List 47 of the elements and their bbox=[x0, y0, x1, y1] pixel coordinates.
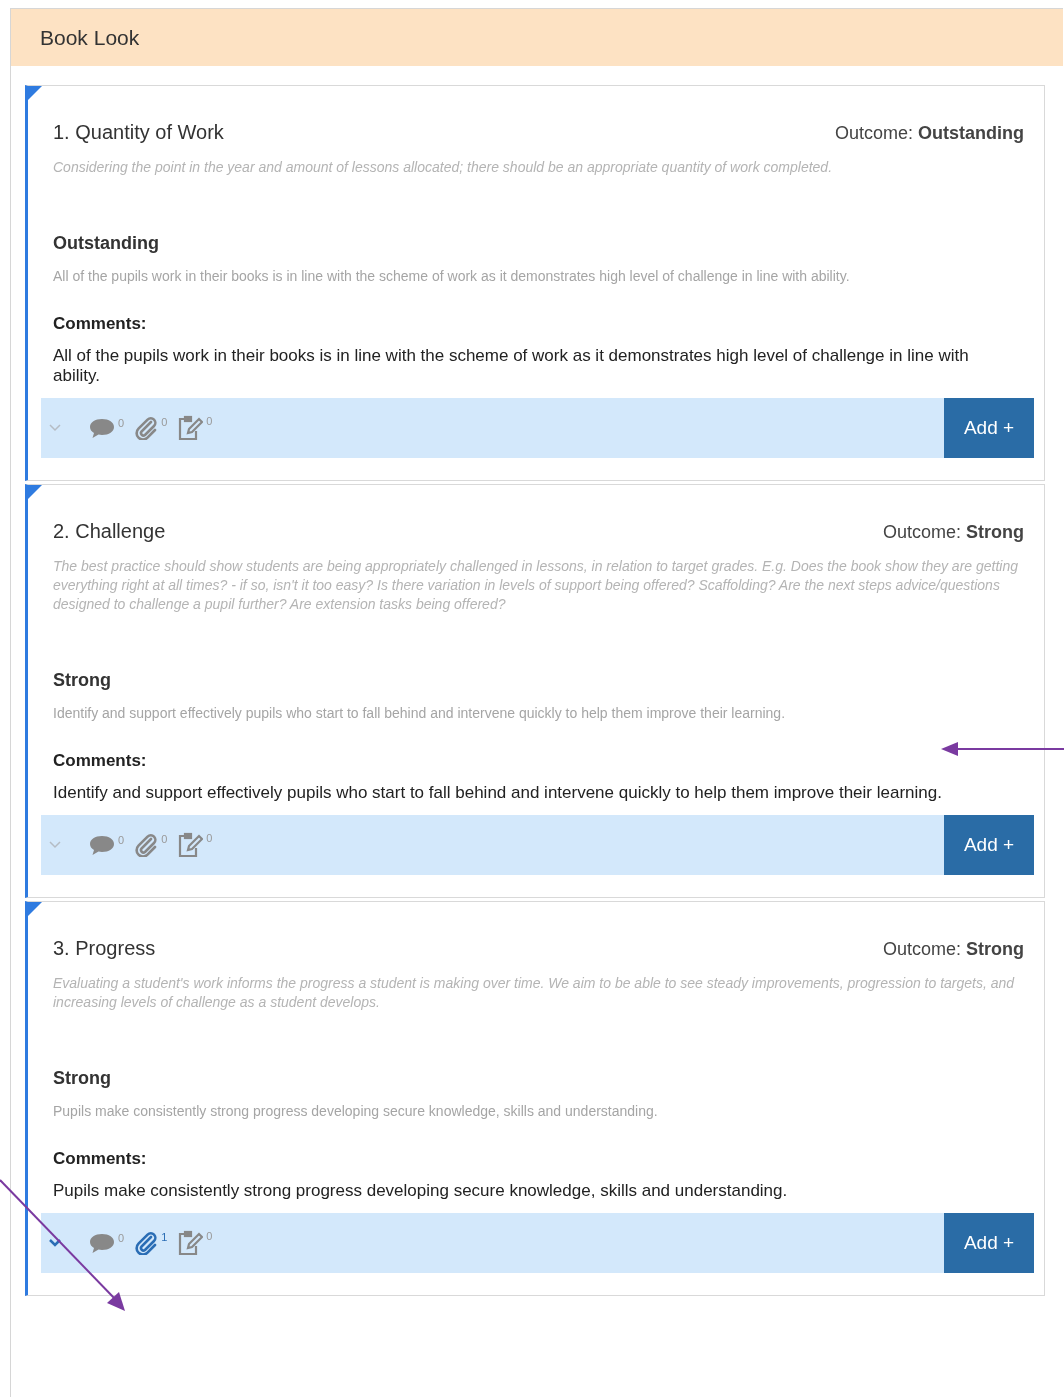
criterion-description: Considering the point in the year and amount of lessons allocated; there should be an appropriate quantity of work completed. bbox=[53, 158, 834, 177]
criterion-description: Evaluating a student's work informs the progress a student is making over time. We aim to be able to see steady improvements, progression to targets, and increasing levels of challenge as a student develops. bbox=[53, 974, 1016, 1012]
criterion-title: 2. Challenge bbox=[53, 520, 166, 543]
corner-flag-icon bbox=[28, 902, 42, 916]
level-description: Identify and support effectively pupils who start to fall behind and intervene quickly to help them improve their learning. bbox=[53, 705, 787, 721]
criterion-title: 3. Progress bbox=[53, 937, 156, 960]
comments-label: Comments: bbox=[53, 751, 148, 771]
comment-text: Pupils make consistently strong progress developing secure knowledge, skills and understanding. bbox=[53, 1181, 789, 1201]
outcome-text: Outcome: Outstanding bbox=[834, 123, 1024, 144]
count-label: 0 bbox=[118, 834, 125, 846]
paperclip-icon[interactable] bbox=[134, 416, 159, 440]
add-button[interactable]: Add + bbox=[944, 815, 1034, 875]
count-label: 0 bbox=[206, 1230, 213, 1242]
panel-title: Book Look bbox=[40, 25, 140, 50]
level-heading: Outstanding bbox=[53, 233, 160, 254]
level-heading: Strong bbox=[53, 670, 112, 691]
chevron-icon[interactable] bbox=[49, 1239, 61, 1247]
outcome-text: Outcome: Strong bbox=[882, 522, 1024, 543]
speech-bubble-icon[interactable] bbox=[89, 834, 115, 856]
add-button[interactable]: Add + bbox=[944, 398, 1034, 458]
corner-flag-icon bbox=[28, 86, 42, 100]
count-label: 0 bbox=[161, 416, 168, 428]
paperclip-icon[interactable] bbox=[134, 1231, 159, 1255]
level-description: Pupils make consistently strong progress developing secure knowledge, skills and understanding. bbox=[53, 1103, 659, 1119]
level-heading: Strong bbox=[53, 1068, 112, 1089]
clipboard-pencil-icon[interactable] bbox=[177, 832, 204, 858]
clipboard-pencil-icon[interactable] bbox=[177, 415, 204, 441]
count-label: 0 bbox=[206, 832, 213, 844]
speech-bubble-icon[interactable] bbox=[89, 1232, 115, 1254]
count-label: 0 bbox=[206, 415, 213, 427]
comment-text: Identify and support effectively pupils who start to fall behind and intervene quickly to help them improve their learning. bbox=[53, 783, 943, 803]
speech-bubble-icon[interactable] bbox=[89, 417, 115, 439]
count-label: 0 bbox=[161, 833, 168, 845]
criterion-description: The best practice should show students are being appropriately challenged in lessons, in relation to target grades. E.g. Does the book show they are getting everything right at all times? - if so, isn't it too easy? Is there variation in levels of support being offered? Scaffolding? Are the next steps advice/questions designed to challenge a pupil further? Are extension tasks being offered? bbox=[53, 557, 1020, 614]
outcome-text: Outcome: Strong bbox=[882, 939, 1024, 960]
count-label: 0 bbox=[118, 417, 125, 429]
add-button[interactable]: Add + bbox=[944, 1213, 1034, 1273]
comments-label: Comments: bbox=[53, 314, 148, 334]
count-label: 0 bbox=[118, 1232, 125, 1244]
comment-text: All of the pupils work in their books is in line with the scheme of work as it demonstrates high level of challenge in line with ability. bbox=[53, 346, 970, 386]
comments-label: Comments: bbox=[53, 1149, 148, 1169]
corner-flag-icon bbox=[28, 485, 42, 499]
criterion-title: 1. Quantity of Work bbox=[53, 121, 224, 144]
paperclip-icon[interactable] bbox=[134, 833, 159, 857]
clipboard-pencil-icon[interactable] bbox=[177, 1230, 204, 1256]
level-description: All of the pupils work in their books is in line with the scheme of work as it demonstrates high level of challenge in line with ability. bbox=[53, 268, 851, 284]
count-label: 1 bbox=[161, 1231, 168, 1243]
